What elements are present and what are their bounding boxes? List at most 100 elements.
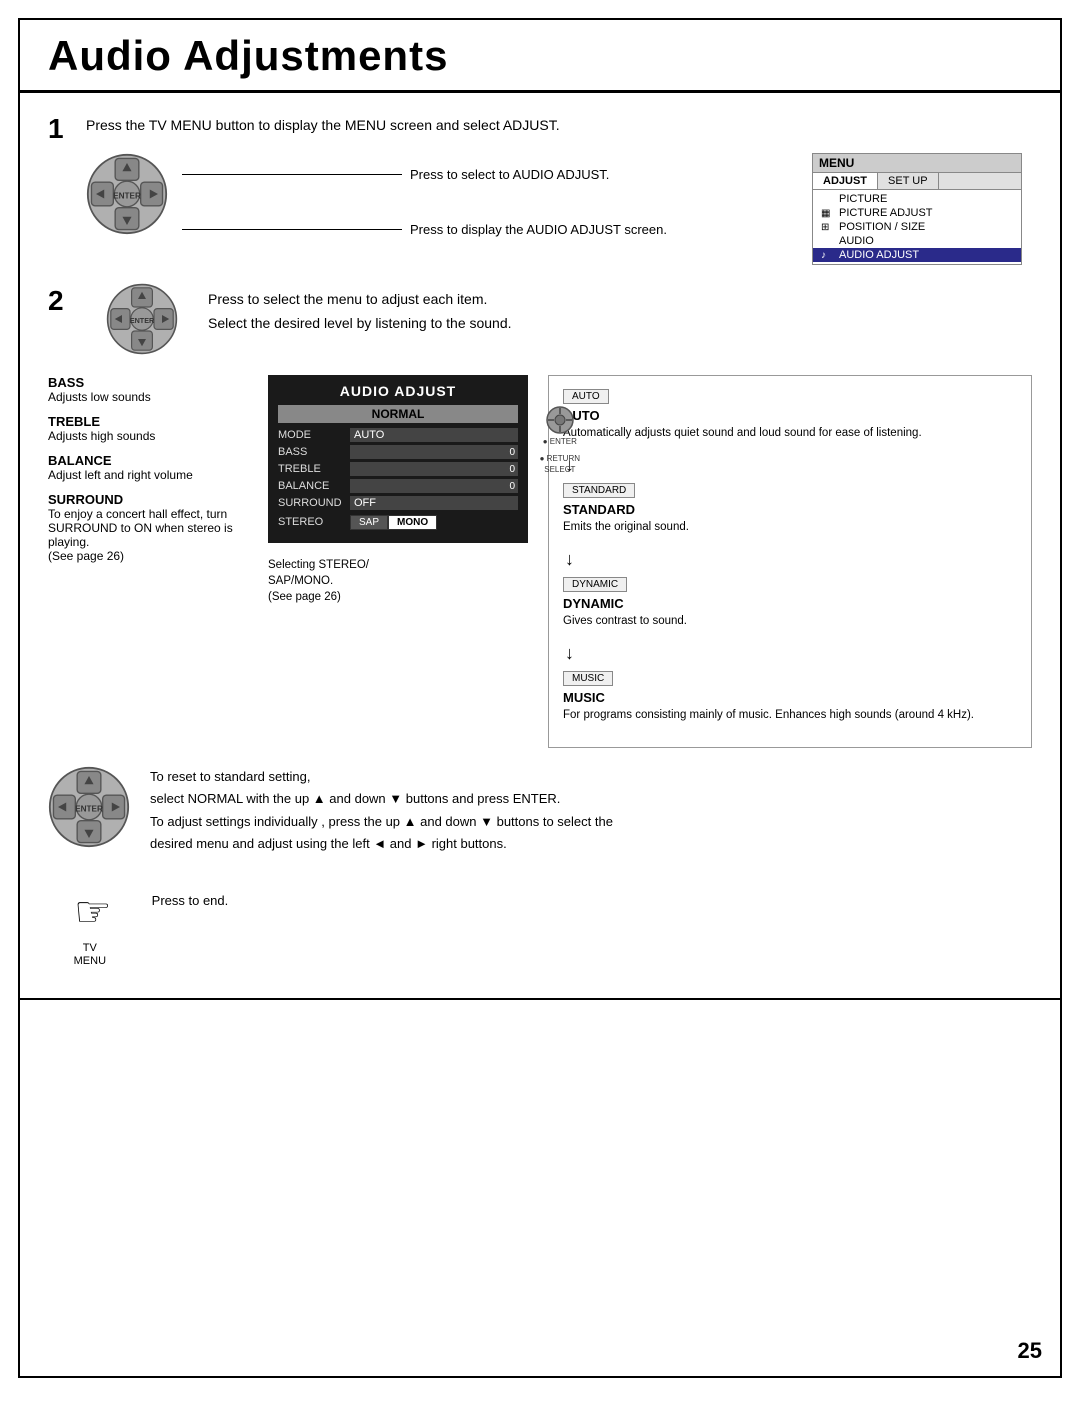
step2-number: 2: [48, 285, 86, 317]
title-bar: Audio Adjustments: [20, 20, 1060, 93]
panel-enter-label: ● ENTER: [543, 437, 577, 446]
mode-standard-name: STANDARD: [563, 502, 1017, 517]
svg-text:ENTER: ENTER: [130, 316, 155, 325]
panel-return-label: ● RETURN: [540, 454, 580, 463]
tv-menu-area: ☞ TVMENU: [68, 887, 112, 968]
menu-item-picture: PICTURE: [813, 192, 1021, 206]
panel-note: Selecting STEREO/ SAP/MONO. (See page 26…: [268, 557, 528, 605]
panel-bar-bass: 0: [350, 445, 518, 459]
surround-desc1: To enjoy a concert hall effect, turn SUR…: [48, 507, 248, 549]
position-size-icon: ⊞: [821, 222, 835, 233]
panel-row-treble: TREBLE 0: [278, 462, 518, 476]
page-title: Audio Adjustments: [48, 32, 1032, 80]
arrow-dynamic-music: ↓: [565, 643, 1017, 664]
bottom-divider: [20, 998, 1060, 1000]
mode-dynamic-badge: DYNAMIC: [563, 577, 627, 592]
balance-label: BALANCE: [48, 453, 248, 468]
mode-standard-badge: STANDARD: [563, 483, 635, 498]
stereo-options: SAP MONO: [350, 515, 437, 530]
adj-balance: BALANCE Adjust left and right volume: [48, 453, 248, 482]
mode-auto-desc: Automatically adjusts quiet sound and lo…: [563, 425, 1017, 441]
mode-music-name: MUSIC: [563, 690, 1017, 705]
press-end-text: Press to end.: [152, 893, 229, 908]
arrow-auto-standard: ↓: [565, 455, 1017, 476]
mode-auto-badge: AUTO: [563, 389, 609, 404]
panel-note-line2: SAP/MONO.: [268, 573, 528, 589]
mode-standard-desc: Emits the original sound.: [563, 519, 1017, 535]
panel-bar-mode: AUTO: [350, 428, 518, 442]
audio-adjust-panel: AUDIO ADJUST NORMAL MODE AUTO BASS 0: [268, 375, 528, 543]
picture-adjust-icon: ▦: [821, 208, 835, 219]
step1-text: Press the TV MENU button to display the …: [86, 117, 1032, 133]
left-column: BASS Adjusts low sounds TREBLE Adjusts h…: [48, 375, 248, 748]
mode-music-desc: For programs consisting mainly of music.…: [563, 707, 1017, 723]
stereo-btn-mono[interactable]: MONO: [388, 515, 437, 530]
bottom-line4: desired menu and adjust using the left ◄…: [150, 833, 1032, 855]
treble-desc: Adjusts high sounds: [48, 429, 248, 443]
panel-select-label: SELECT: [544, 465, 575, 474]
surround-label: SURROUND: [48, 492, 248, 507]
page-number: 25: [1018, 1338, 1042, 1364]
surround-desc2: (See page 26): [48, 549, 248, 563]
panel-row-surround: SURROUND OFF: [278, 496, 518, 510]
dpad-step1: ENTER: [86, 153, 168, 235]
adj-surround: SURROUND To enjoy a concert hall effect,…: [48, 492, 248, 563]
step2-text2: Select the desired level by listening to…: [208, 315, 512, 331]
panel-note-line3: (See page 26): [268, 589, 528, 605]
arrow-standard-dynamic: ↓: [565, 549, 1017, 570]
bottom-line2: select NORMAL with the up ▲ and down ▼ b…: [150, 788, 1032, 810]
bass-label: BASS: [48, 375, 248, 390]
step2-text1: Press to select the menu to adjust each …: [208, 291, 512, 307]
mode-standard: STANDARD STANDARD Emits the original sou…: [563, 480, 1017, 535]
dpad-bottom: ENTER: [48, 766, 130, 848]
mode-music-badge: MUSIC: [563, 671, 613, 686]
panel-title: AUDIO ADJUST: [278, 383, 518, 399]
right-column: AUTO AUTO Automatically adjusts quiet so…: [548, 375, 1032, 748]
menu-items-list: PICTURE ▦ PICTURE ADJUST ⊞ POSITION / SI…: [813, 190, 1021, 264]
step2-row: 2 ENTER Press to select th: [48, 283, 1032, 365]
mode-music: MUSIC MUSIC For programs consisting main…: [563, 668, 1017, 723]
menu-item-audio-adjust: ♪ AUDIO ADJUST: [813, 248, 1021, 262]
panel-note-line1: Selecting STEREO/: [268, 557, 528, 573]
svg-text:ENTER: ENTER: [75, 805, 103, 814]
mode-dynamic: DYNAMIC DYNAMIC Gives contrast to sound.: [563, 574, 1017, 629]
panel-row-bass: BASS 0: [278, 445, 518, 459]
panel-row-mode: MODE AUTO: [278, 428, 518, 442]
panel-bar-surround: OFF: [350, 496, 518, 510]
hand-pointer-icon: ☞: [74, 887, 112, 936]
stereo-btn-sap[interactable]: SAP: [350, 515, 388, 530]
treble-label: TREBLE: [48, 414, 248, 429]
svg-text:ENTER: ENTER: [113, 192, 141, 201]
menu-title: MENU: [813, 154, 1021, 173]
mode-auto-name: AUTO: [563, 408, 1017, 423]
bass-desc: Adjusts low sounds: [48, 390, 248, 404]
menu-box: MENU ADJUST SET UP PICTURE ▦ PICTURE ADJ…: [812, 153, 1022, 265]
dpad-step2: ENTER: [106, 283, 188, 365]
section-step1: 1 Press the TV MENU button to display th…: [20, 111, 1060, 277]
audio-adjust-icon: ♪: [821, 250, 835, 261]
tv-menu-label: TVMENU: [74, 942, 106, 968]
menu-tab-adjust: ADJUST: [813, 173, 878, 189]
panel-normal: NORMAL: [278, 405, 518, 423]
mode-dynamic-name: DYNAMIC: [563, 596, 1017, 611]
adj-treble: TREBLE Adjusts high sounds: [48, 414, 248, 443]
step1-arrow2-text: Press to display the AUDIO ADJUST screen…: [410, 222, 667, 237]
adj-bass: BASS Adjusts low sounds: [48, 375, 248, 404]
menu-tabs: ADJUST SET UP: [813, 173, 1021, 190]
panel-row-balance: BALANCE 0: [278, 479, 518, 493]
menu-item-picture-adjust: ▦ PICTURE ADJUST: [813, 206, 1021, 220]
panel-bar-treble: 0: [350, 462, 518, 476]
step2-desc: Press to select the menu to adjust each …: [208, 291, 512, 331]
bottom-section: ENTER To reset to standard setting, sele…: [20, 748, 1060, 854]
menu-tab-setup: SET UP: [878, 173, 939, 189]
bottom-line3: To adjust settings individually , press …: [150, 811, 1032, 833]
panel-row-stereo: STEREO SAP MONO: [278, 513, 518, 530]
balance-desc: Adjust left and right volume: [48, 468, 248, 482]
page-container: Audio Adjustments 1 Press the TV MENU bu…: [18, 18, 1062, 1378]
menu-item-position-size: ⊞ POSITION / SIZE: [813, 220, 1021, 234]
main-content: BASS Adjusts low sounds TREBLE Adjusts h…: [20, 375, 1060, 748]
menu-item-audio: AUDIO: [813, 234, 1021, 248]
step1-arrow1-text: Press to select to AUDIO ADJUST.: [410, 167, 609, 182]
center-column: AUDIO ADJUST NORMAL MODE AUTO BASS 0: [268, 375, 528, 748]
mode-auto: AUTO AUTO Automatically adjusts quiet so…: [563, 386, 1017, 441]
